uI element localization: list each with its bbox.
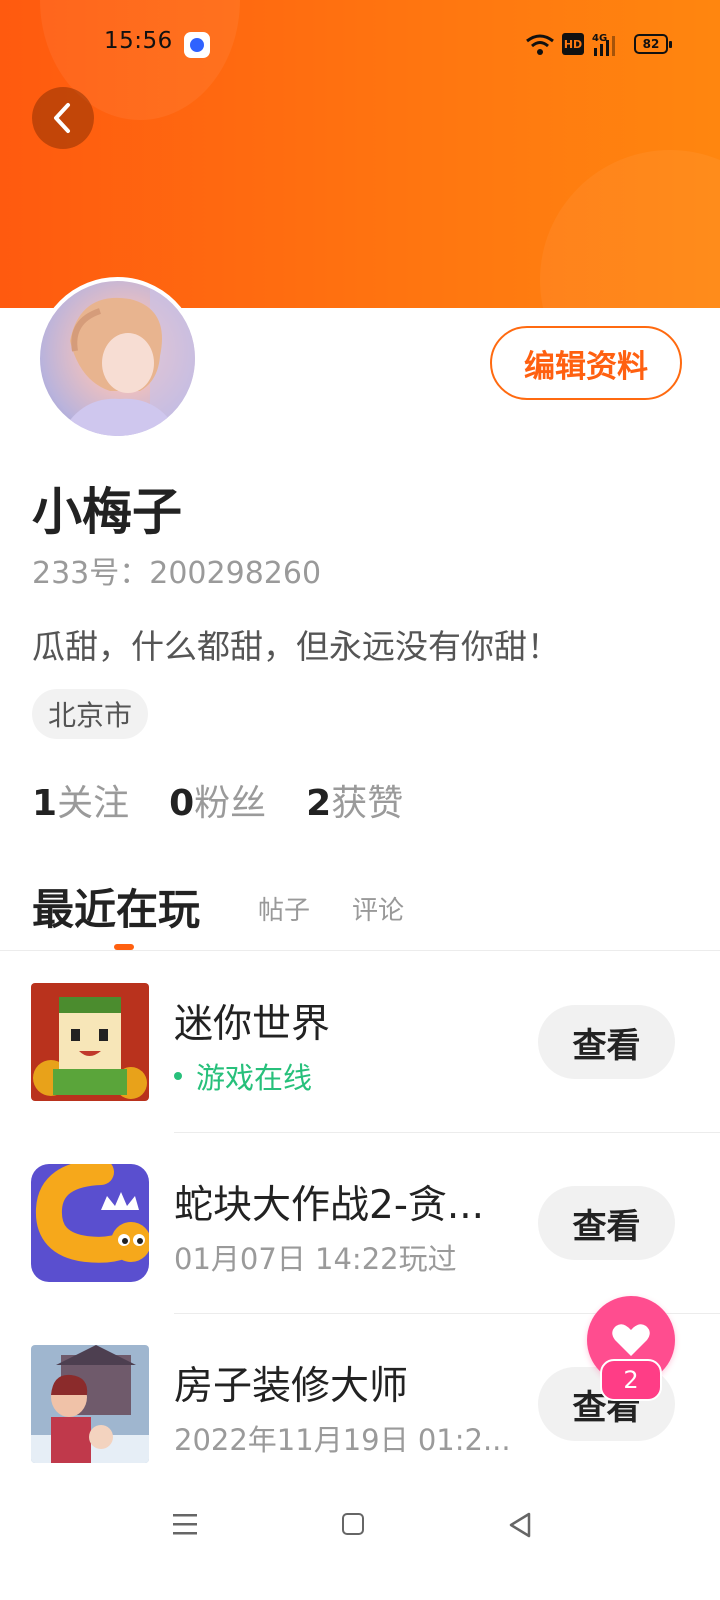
stat-likes-label: 获赞: [331, 783, 404, 824]
stat-following[interactable]: 1关注: [32, 774, 129, 826]
game-online-label: 游戏在线: [196, 1061, 313, 1095]
status-time: 15:56: [104, 28, 173, 54]
stat-fans-count: 0: [169, 783, 195, 824]
menu-icon[interactable]: [172, 1512, 198, 1536]
user-bio: 瓜甜，什么都甜，但永远没有你甜！: [32, 627, 560, 666]
user-id: 233号：200298260: [32, 556, 322, 591]
heart-icon: [612, 1324, 650, 1356]
tabs-divider: [0, 950, 720, 951]
edit-profile-button[interactable]: 编辑资料: [490, 326, 682, 400]
baidu-app-icon: [184, 32, 210, 58]
battery-icon: 82: [634, 34, 672, 54]
stat-likes-count: 2: [306, 783, 332, 824]
like-count-badge: 2: [600, 1359, 662, 1401]
tab-recently-played[interactable]: 最近在玩: [32, 876, 200, 937]
view-button[interactable]: 查看: [538, 1005, 675, 1079]
profile-tabs: 最近在玩 帖子 评论: [32, 876, 720, 946]
hd-icon: HD: [562, 33, 584, 55]
stat-following-label: 关注: [57, 783, 130, 824]
back-button[interactable]: [32, 87, 94, 149]
game-title: 蛇块大作战2-贪...: [174, 1183, 485, 1228]
system-nav-bar: [0, 1490, 720, 1600]
location-tag: 北京市: [32, 689, 149, 739]
game-last-played: 2022年11月19日 01:2...: [174, 1423, 511, 1457]
status-bar: 15:56 HD 4G 82: [0, 0, 720, 90]
tab-comments[interactable]: 评论: [352, 890, 404, 927]
stat-following-count: 1: [32, 783, 58, 824]
game-last-played: 01月07日 14:22玩过: [174, 1242, 457, 1276]
username: 小梅子: [32, 483, 182, 541]
avatar-illustration: [60, 281, 195, 436]
game-title: 房子装修大师: [174, 1364, 409, 1409]
stat-fans-label: 粉丝: [194, 783, 267, 824]
game-title: 迷你世界: [174, 1002, 331, 1047]
home-icon[interactable]: [342, 1513, 364, 1535]
svg-text:4G: 4G: [592, 33, 607, 44]
stat-likes[interactable]: 2获赞: [306, 774, 403, 826]
game-row[interactable]: 迷你世界 游戏在线 查看: [0, 983, 720, 1164]
row-divider: [174, 1132, 720, 1133]
wifi-icon: [526, 34, 554, 55]
game-online-status: 游戏在线: [174, 1055, 312, 1097]
avatar[interactable]: [36, 277, 199, 440]
tab-posts[interactable]: 帖子: [258, 890, 310, 927]
stat-fans[interactable]: 0粉丝: [169, 774, 266, 826]
signal-4g-icon: 4G: [592, 33, 615, 56]
online-dot-icon: [174, 1072, 182, 1080]
profile-stats: 1关注 0粉丝 2获赞: [32, 774, 403, 826]
game-icon-snake[interactable]: [31, 1164, 149, 1282]
chevron-left-icon: [54, 103, 70, 133]
back-triangle-icon[interactable]: [508, 1512, 532, 1538]
game-icon-house-makeover[interactable]: [31, 1345, 149, 1463]
view-button[interactable]: 查看: [538, 1186, 675, 1260]
game-icon-mini-world[interactable]: [31, 983, 149, 1101]
